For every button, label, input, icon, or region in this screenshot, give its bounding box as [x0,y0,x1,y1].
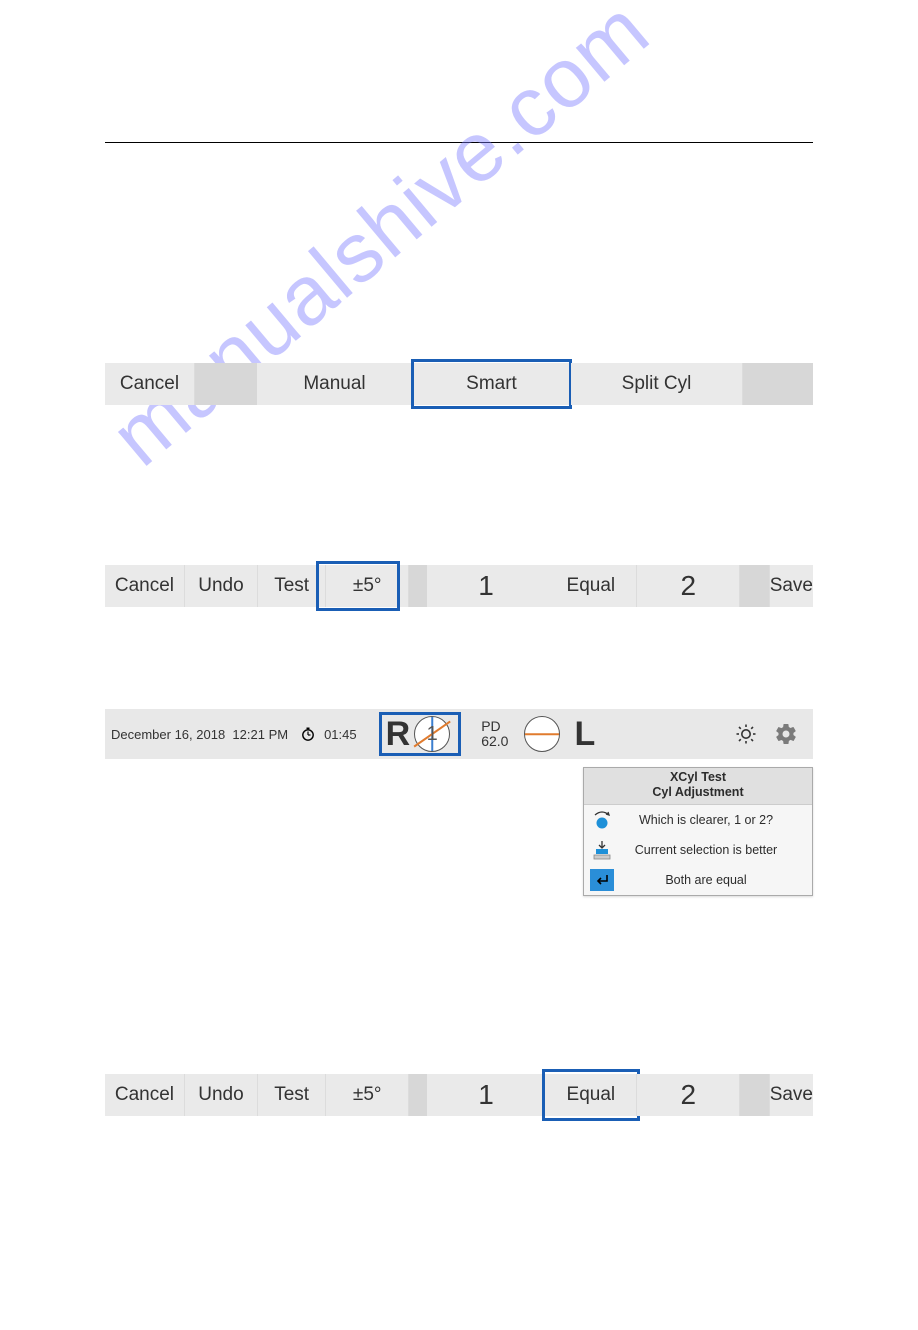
save-label: Save [770,1084,813,1106]
guide-text-3: Both are equal [624,873,806,887]
guide-row-2: Current selection is better [584,835,812,865]
toolbar-gap [740,565,769,607]
save-button[interactable]: Save [770,565,813,607]
stopwatch-icon [300,726,316,742]
r-lens-number: 1 [427,723,438,746]
option-2-label: 2 [680,570,696,602]
split-cyl-label: Split Cyl [622,373,692,395]
guide-title-2: Cyl Adjustment [584,785,812,800]
r-letter: R [386,715,411,754]
rotate-icon [590,809,614,831]
date-value: December 16, 2018 [111,727,225,742]
cancel-button[interactable]: Cancel [105,565,185,607]
time-value: 12:21 PM [232,727,288,742]
pd-label: PD [481,719,508,734]
option-2-button[interactable]: 2 [637,565,740,607]
guide-row-3: Both are equal [584,865,812,895]
status-bar: December 16, 2018 12:21 PM 01:45 R 1 PD … [105,709,813,759]
guide-title-1: XCyl Test [584,770,812,785]
save-button[interactable]: Save [770,1074,813,1116]
undo-button[interactable]: Undo [185,1074,258,1116]
right-eye-selected[interactable]: R 1 [379,712,462,756]
option-2-button[interactable]: 2 [637,1074,740,1116]
guide-text-2: Current selection is better [624,843,806,857]
equal-button[interactable]: Equal [546,1074,638,1116]
elapsed-time: 01:45 [324,727,357,742]
guide-tooltip: XCyl Test Cyl Adjustment Which is cleare… [583,767,813,896]
brightness-button[interactable] [729,717,763,751]
option-2-label: 2 [680,1079,696,1111]
manual-button[interactable]: Manual [257,363,413,405]
cancel-label: Cancel [115,1084,174,1106]
cancel-button[interactable]: Cancel [105,363,195,405]
degree-label: ±5° [353,1084,382,1106]
option-1-label: 1 [478,570,494,602]
enter-key-icon [590,869,614,891]
date-text: December 16, 2018 12:21 PM [111,727,288,742]
degree-button[interactable]: ±5° [326,565,409,607]
test-button[interactable]: Test [258,1074,326,1116]
split-cyl-button[interactable]: Split Cyl [571,363,743,405]
l-letter: L [574,715,595,754]
sun-icon [734,722,758,746]
left-lens-icon [524,716,560,752]
gear-icon [774,722,798,746]
toolbar-gap [409,1074,427,1116]
toolbar-gap [409,565,427,607]
undo-button[interactable]: Undo [185,565,258,607]
action-toolbar-2: Cancel Undo Test ±5° 1 Equal 2 Save [105,1074,813,1116]
test-button[interactable]: Test [258,565,326,607]
toolbar-spacer [195,363,257,405]
option-1-label: 1 [478,1079,494,1111]
equal-label: Equal [567,1084,616,1106]
smart-button[interactable]: Smart [413,363,571,405]
settings-button[interactable] [769,717,803,751]
undo-label: Undo [198,1084,243,1106]
option-1-button[interactable]: 1 [427,1074,546,1116]
press-down-icon [590,839,614,861]
pd-display: PD 62.0 [481,719,508,750]
degree-button[interactable]: ±5° [326,1074,409,1116]
action-toolbar-1: Cancel Undo Test ±5° 1 Equal 2 Save [105,565,813,607]
undo-label: Undo [198,575,243,597]
test-label: Test [274,575,309,597]
equal-button[interactable]: Equal [546,565,638,607]
equal-label: Equal [567,575,616,597]
divider [105,142,813,143]
guide-text-1: Which is clearer, 1 or 2? [624,813,806,827]
guide-header: XCyl Test Cyl Adjustment [584,768,812,805]
cancel-button[interactable]: Cancel [105,1074,185,1116]
pd-value: 62.0 [481,734,508,749]
toolbar-gap [740,1074,769,1116]
save-label: Save [770,575,813,597]
right-lens-icon: 1 [414,716,450,752]
degree-label: ±5° [353,575,382,597]
smart-label: Smart [466,373,517,395]
cancel-label: Cancel [115,575,174,597]
toolbar-spacer-end [743,363,813,405]
test-label: Test [274,1084,309,1106]
cancel-label: Cancel [120,373,179,395]
guide-row-1: Which is clearer, 1 or 2? [584,805,812,835]
manual-label: Manual [303,373,365,395]
option-1-button[interactable]: 1 [427,565,546,607]
mode-toolbar: Cancel Manual Smart Split Cyl [105,363,813,405]
